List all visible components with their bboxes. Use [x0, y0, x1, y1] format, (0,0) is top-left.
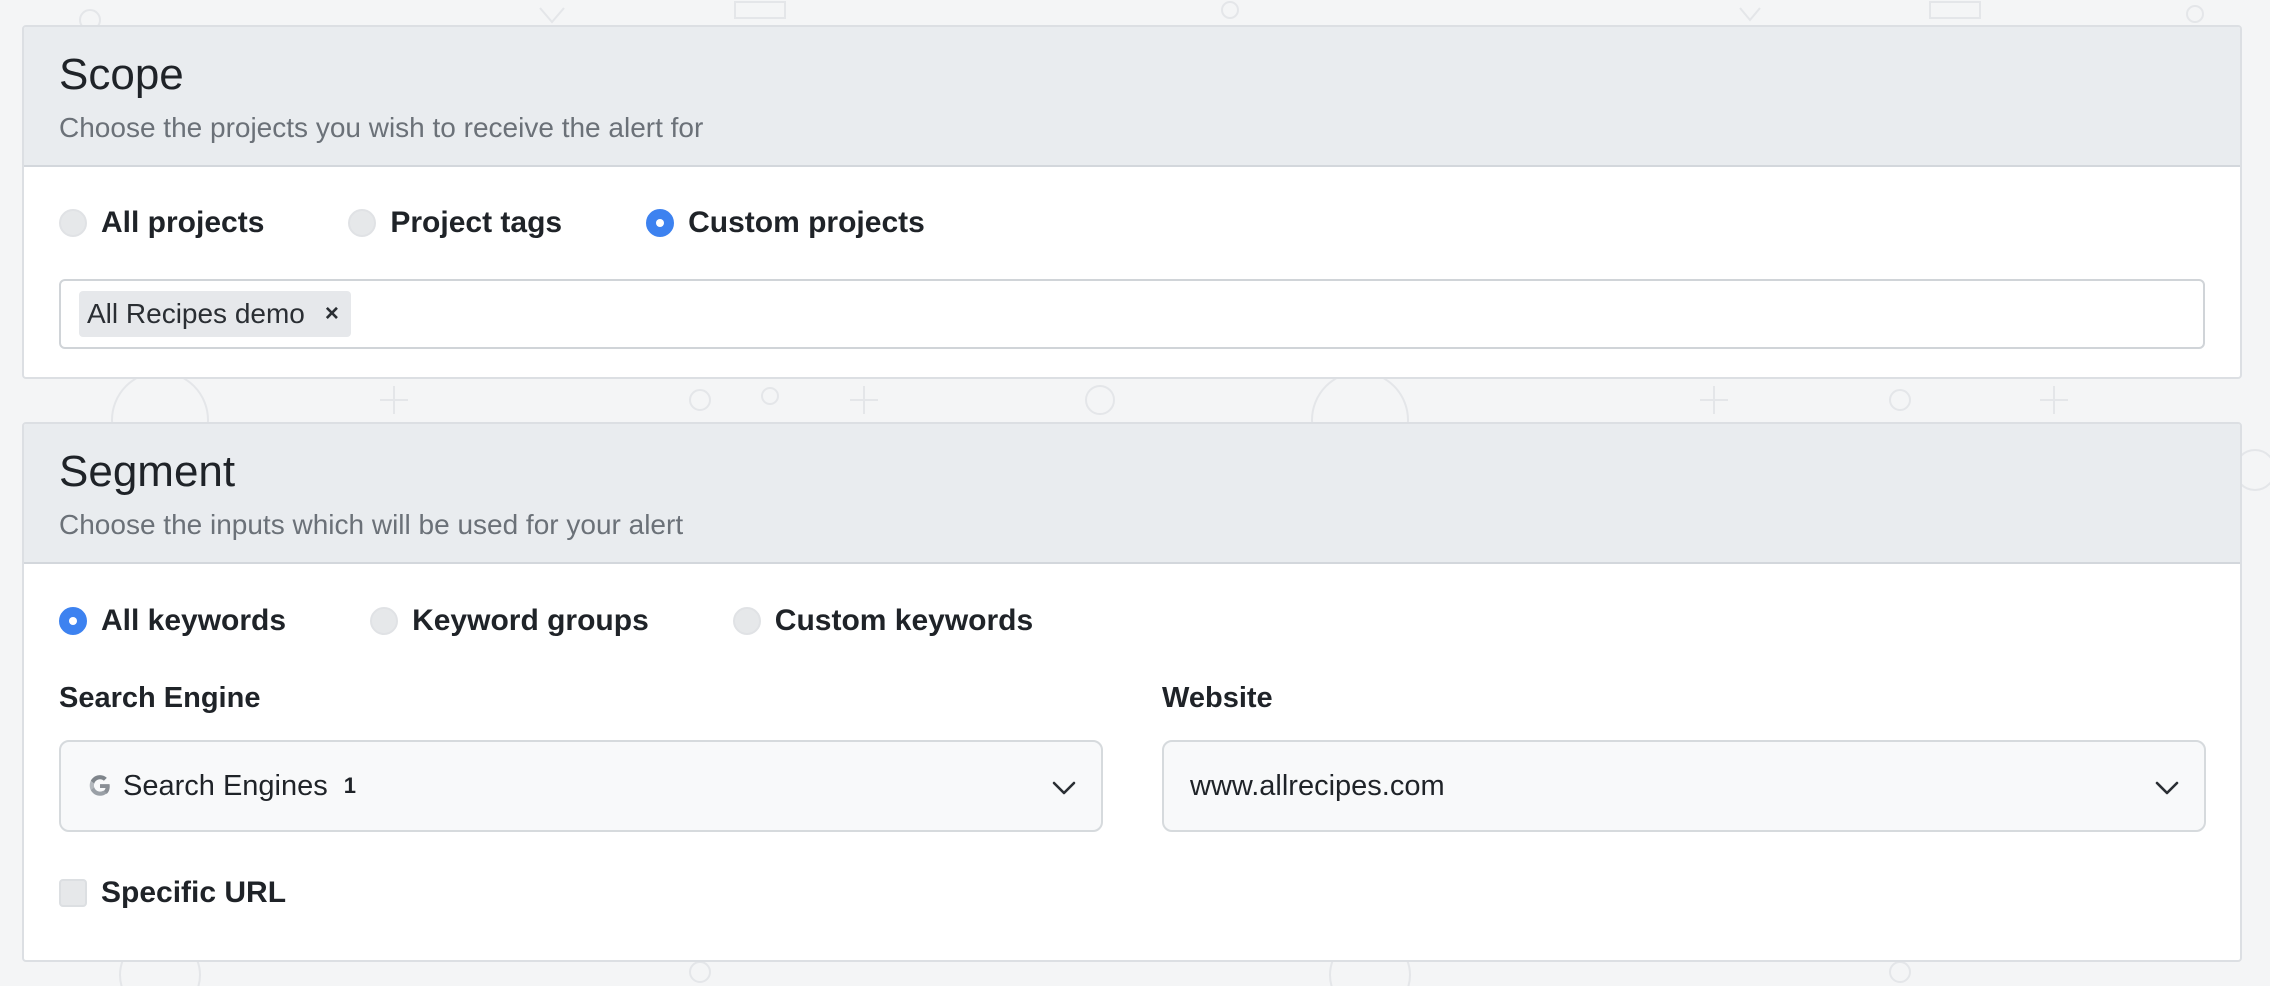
radio-custom-keywords[interactable]: Custom keywords [732, 604, 1034, 638]
website-field: Website www.allrecipes.com [1162, 678, 2206, 832]
radio-circle[interactable] [370, 607, 399, 635]
radio-label: Custom keywords [774, 604, 1034, 637]
radio-label: Project tags [390, 206, 563, 239]
scope-panel: Scope Choose the projects you wish to re… [22, 25, 2242, 379]
radio-circle[interactable] [59, 209, 87, 237]
radio-circle[interactable] [732, 607, 761, 635]
segment-fields: Search Engine Search Engines 1 Website w… [59, 678, 2206, 858]
radio-custom-projects[interactable]: Custom projects [646, 206, 925, 240]
website-select[interactable]: www.allrecipes.com [1162, 740, 2206, 832]
radio-all-keywords[interactable]: All keywords [59, 604, 286, 638]
specific-url-checkbox-row[interactable]: Specific URL [59, 858, 2205, 928]
google-g-icon [89, 775, 110, 796]
scope-title: Scope [59, 50, 184, 99]
segment-body: All keywords Keyword groups Custom keywo… [24, 564, 2240, 928]
segment-subtitle: Choose the inputs which will be used for… [59, 509, 684, 541]
radio-label: All projects [101, 206, 265, 239]
search-engine-select[interactable]: Search Engines 1 [59, 740, 1103, 832]
project-tag-input[interactable]: All Recipes demo × [59, 279, 2205, 349]
search-engine-value: Search Engines [123, 769, 328, 802]
segment-panel: Segment Choose the inputs which will be … [22, 422, 2242, 962]
radio-circle[interactable] [348, 209, 377, 237]
segment-header: Segment Choose the inputs which will be … [24, 424, 2240, 564]
segment-title: Segment [59, 447, 236, 496]
chevron-down-icon[interactable] [1049, 773, 1079, 803]
radio-project-tags[interactable]: Project tags [348, 206, 562, 240]
project-tag: All Recipes demo × [79, 291, 351, 337]
scope-subtitle: Choose the projects you wish to receive … [59, 112, 704, 144]
radio-label: Keyword groups [412, 604, 649, 637]
search-engine-count: 1 [343, 773, 356, 798]
specific-url-label: Specific URL [101, 876, 287, 909]
radio-circle-checked[interactable] [59, 607, 87, 635]
scope-header: Scope Choose the projects you wish to re… [24, 27, 2240, 167]
radio-keyword-groups[interactable]: Keyword groups [370, 604, 649, 638]
search-engine-label: Search Engine [59, 682, 261, 714]
radio-all-projects[interactable]: All projects [59, 206, 264, 240]
project-tag-label: All Recipes demo [87, 298, 305, 329]
tag-remove-icon[interactable]: × [325, 302, 339, 326]
chevron-down-icon[interactable] [2152, 773, 2182, 803]
search-engine-field: Search Engine Search Engines 1 [59, 678, 1103, 832]
website-value: www.allrecipes.com [1190, 769, 1445, 802]
radio-label: All keywords [101, 604, 287, 637]
specific-url-checkbox[interactable] [59, 879, 87, 907]
segment-radio-group: All keywords Keyword groups Custom keywo… [59, 564, 2205, 678]
radio-label: Custom projects [688, 206, 925, 239]
scope-body: All projects Project tags Custom project… [24, 167, 2240, 349]
scope-radio-group: All projects Project tags Custom project… [59, 167, 2205, 279]
radio-circle-checked[interactable] [646, 209, 675, 237]
website-label: Website [1162, 682, 1273, 714]
